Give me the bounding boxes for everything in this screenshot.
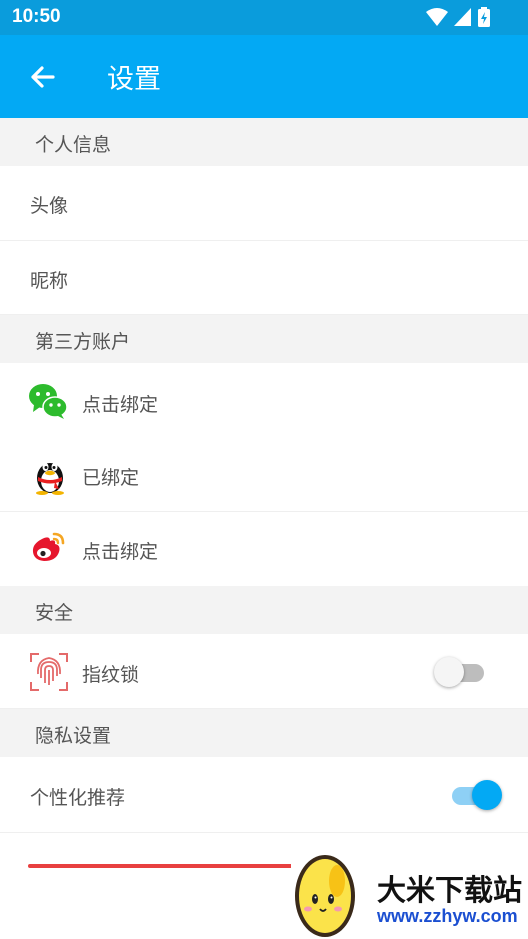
section-title: 安全 (35, 602, 74, 624)
arrow-left-icon[interactable] (24, 59, 60, 95)
wechat-bind-status: 点击绑定 (82, 394, 159, 416)
wechat-icon (29, 384, 68, 419)
avatar-label: 头像 (30, 195, 69, 217)
wifi-icon (426, 8, 448, 26)
fingerprint-lock-label: 指纹锁 (82, 664, 140, 686)
qq-bind-status: 已绑定 (82, 467, 140, 489)
status-icons (426, 7, 490, 27)
wechat-bind-row[interactable]: 点击绑定 (0, 364, 528, 438)
section-header-third-party: 第三方账户 (0, 315, 528, 363)
fingerprint-lock-toggle[interactable] (434, 656, 490, 688)
red-divider (28, 864, 298, 868)
status-bar: 10:50 (0, 0, 528, 35)
toggle-thumb (434, 657, 464, 687)
fingerprint-icon (30, 653, 68, 691)
watermark-site-url: www.zzhyw.com (377, 906, 518, 926)
section-title: 个人信息 (35, 134, 112, 156)
qq-icon (36, 463, 64, 495)
fingerprint-lock-row[interactable]: 指纹锁 (0, 635, 528, 709)
section-title: 第三方账户 (35, 331, 131, 353)
site-watermark: 大米下载站 www.zzhyw.com (291, 849, 528, 939)
avatar-row[interactable]: 头像 (0, 166, 528, 241)
page-title: 设置 (107, 64, 161, 95)
weibo-icon (32, 532, 65, 561)
section-title: 隐私设置 (35, 725, 112, 747)
personalized-recommend-row[interactable]: 个性化推荐 (0, 758, 528, 833)
weibo-bind-row[interactable]: 点击绑定 (0, 512, 528, 585)
bottom-area: 大米下载站 www.zzhyw.com (0, 833, 528, 939)
weibo-bind-status: 点击绑定 (82, 541, 159, 563)
nickname-label: 昵称 (30, 270, 69, 292)
section-header-personal: 个人信息 (0, 118, 528, 166)
section-header-security: 安全 (0, 586, 528, 634)
rice-mascot-logo-icon (295, 855, 355, 937)
qq-bind-row[interactable]: 已绑定 (0, 438, 528, 512)
signal-icon (454, 8, 471, 26)
app-bar: 设置 (0, 35, 528, 118)
watermark-site-name: 大米下载站 (377, 873, 523, 907)
personalized-recommend-label: 个性化推荐 (30, 787, 126, 809)
nickname-row[interactable]: 昵称 (0, 241, 528, 315)
section-header-privacy: 隐私设置 (0, 709, 528, 757)
battery-charging-icon (478, 7, 490, 27)
status-time: 10:50 (12, 6, 61, 27)
toggle-thumb (472, 780, 502, 810)
personalized-recommend-toggle[interactable] (446, 779, 502, 811)
